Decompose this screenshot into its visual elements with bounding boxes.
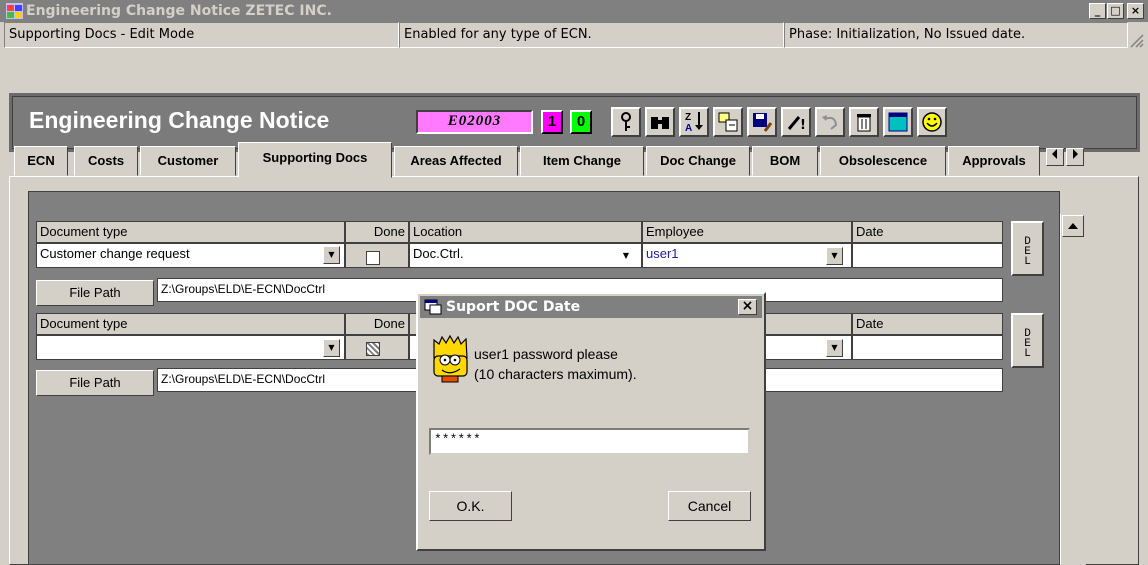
counter-badge-2: 0 bbox=[570, 110, 592, 134]
bart-simpson-icon bbox=[433, 334, 468, 383]
delete-button[interactable] bbox=[849, 107, 879, 137]
form-window-icon bbox=[424, 299, 442, 315]
dialog-close-button[interactable]: × bbox=[738, 299, 757, 315]
header-panel: Engineering Change Notice E02003 1 0 Z A bbox=[9, 93, 1140, 152]
tab-doc-change[interactable]: Doc Change bbox=[646, 146, 750, 176]
trash-icon bbox=[857, 114, 871, 132]
done-checkbox-indeterminate[interactable] bbox=[366, 342, 380, 356]
document-type-combo[interactable]: Customer change request bbox=[36, 243, 345, 268]
header-location: Location bbox=[409, 221, 642, 243]
maximize-button[interactable]: □ bbox=[1107, 3, 1124, 19]
header-document-type: Document type bbox=[36, 221, 345, 243]
header-date: Date bbox=[852, 313, 1003, 335]
edit-button[interactable]: ! bbox=[781, 107, 811, 137]
employee-combo[interactable]: user1 bbox=[642, 243, 852, 268]
cancel-button[interactable]: Cancel bbox=[668, 491, 751, 521]
password-dialog: Suport DOC Date × user1 password please … bbox=[416, 292, 766, 551]
tab-obsolescence[interactable]: Obsolescence bbox=[820, 146, 946, 176]
document-type-combo[interactable] bbox=[36, 335, 345, 360]
location-dropdown-button[interactable]: ▼ bbox=[620, 250, 632, 262]
tab-item-change[interactable]: Item Change bbox=[520, 146, 644, 176]
file-path-button[interactable]: File Path bbox=[36, 280, 154, 306]
ok-button[interactable]: O.K. bbox=[429, 491, 512, 521]
date-field[interactable] bbox=[852, 243, 1003, 268]
dialog-message: user1 password please (10 characters max… bbox=[474, 344, 637, 384]
resize-grip-icon[interactable] bbox=[1128, 32, 1144, 48]
header-employee: Employee bbox=[642, 221, 852, 243]
window-title: Engineering Change Notice ZETEC INC. bbox=[26, 3, 332, 19]
header-document-type: Document type bbox=[36, 313, 345, 335]
dialog-title: Suport DOC Date bbox=[446, 299, 581, 315]
app-icon bbox=[6, 3, 23, 19]
document-type-dropdown-button[interactable]: ▼ bbox=[323, 339, 340, 357]
header-inner: Engineering Change Notice E02003 1 0 Z A bbox=[12, 96, 1137, 149]
counter-badge-1: 1 bbox=[541, 110, 563, 134]
tab-scroll-right-button[interactable] bbox=[1066, 148, 1084, 166]
sort-button[interactable]: Z A bbox=[679, 107, 709, 137]
tab-bom[interactable]: BOM bbox=[752, 146, 818, 176]
dialog-title-bar: Suport DOC Date × bbox=[420, 296, 762, 318]
vertical-scrollbar[interactable] bbox=[1060, 214, 1086, 565]
done-checkbox[interactable] bbox=[366, 251, 380, 265]
delete-row-button[interactable]: D E L bbox=[1011, 221, 1044, 276]
title-bar: Engineering Change Notice ZETEC INC. _ □… bbox=[0, 0, 1148, 22]
key-icon bbox=[621, 112, 631, 131]
header-date: Date bbox=[852, 221, 1003, 243]
arrow-left-icon bbox=[1052, 149, 1057, 159]
add-record-button[interactable] bbox=[713, 107, 743, 137]
employee-dropdown-button[interactable]: ▼ bbox=[826, 339, 843, 357]
file-path-button[interactable]: File Path bbox=[36, 370, 154, 396]
document-type-value: Customer change request bbox=[40, 246, 190, 261]
status-ecn-type: Enabled for any type of ECN. bbox=[399, 22, 784, 48]
date-field[interactable] bbox=[852, 335, 1003, 360]
svg-text:Z: Z bbox=[685, 112, 691, 123]
exit-button[interactable] bbox=[917, 107, 947, 137]
dialog-message-line-2: (10 characters maximum). bbox=[474, 366, 637, 382]
ecn-number-field: E02003 bbox=[416, 110, 533, 134]
tab-scroll-left-button[interactable] bbox=[1046, 148, 1064, 166]
smiley-icon bbox=[922, 112, 942, 132]
svg-text:A: A bbox=[685, 123, 692, 133]
form-view-button[interactable] bbox=[883, 107, 913, 137]
undo-icon bbox=[822, 115, 838, 130]
location-value: Doc.Ctrl. bbox=[413, 246, 464, 261]
location-combo[interactable]: Doc.Ctrl. bbox=[409, 243, 642, 268]
minimize-button[interactable]: _ bbox=[1089, 3, 1106, 19]
tab-customer[interactable]: Customer bbox=[140, 146, 236, 176]
status-phase: Phase: Initialization, No Issued date. bbox=[784, 22, 1128, 48]
save-icon bbox=[753, 113, 773, 132]
tab-ecn[interactable]: ECN bbox=[14, 146, 68, 176]
sort-az-icon: Z A bbox=[685, 112, 703, 134]
tab-costs[interactable]: Costs bbox=[74, 146, 138, 176]
dialog-message-line-1: user1 password please bbox=[474, 346, 618, 362]
tab-approvals[interactable]: Approvals bbox=[948, 146, 1040, 176]
undo-button[interactable] bbox=[815, 107, 845, 137]
status-mode: Supporting Docs - Edit Mode bbox=[4, 22, 399, 48]
employee-value: user1 bbox=[646, 246, 679, 261]
close-button[interactable]: × bbox=[1127, 3, 1144, 19]
tab-areas-affected[interactable]: Areas Affected bbox=[394, 146, 518, 176]
delete-row-button[interactable]: D E L bbox=[1011, 313, 1044, 368]
header-done: Done bbox=[345, 313, 409, 335]
header-done: Done bbox=[345, 221, 409, 243]
form-icon bbox=[888, 112, 908, 132]
employee-dropdown-button[interactable]: ▼ bbox=[826, 247, 843, 265]
arrow-right-icon bbox=[1073, 149, 1078, 159]
edit-icon: ! bbox=[787, 116, 806, 133]
document-type-dropdown-button[interactable]: ▼ bbox=[323, 246, 340, 264]
svg-text:!: ! bbox=[800, 118, 806, 133]
password-input[interactable]: ****** bbox=[429, 428, 750, 455]
binoculars-icon bbox=[651, 117, 669, 129]
save-button[interactable] bbox=[747, 107, 777, 137]
add-record-icon bbox=[718, 112, 738, 132]
app-heading: Engineering Change Notice bbox=[29, 107, 330, 133]
key-button[interactable] bbox=[611, 107, 641, 137]
arrow-up-icon bbox=[1068, 223, 1078, 229]
scroll-up-button[interactable] bbox=[1062, 215, 1084, 237]
find-button[interactable] bbox=[645, 107, 675, 137]
tab-supporting-docs[interactable]: Supporting Docs bbox=[238, 142, 392, 178]
